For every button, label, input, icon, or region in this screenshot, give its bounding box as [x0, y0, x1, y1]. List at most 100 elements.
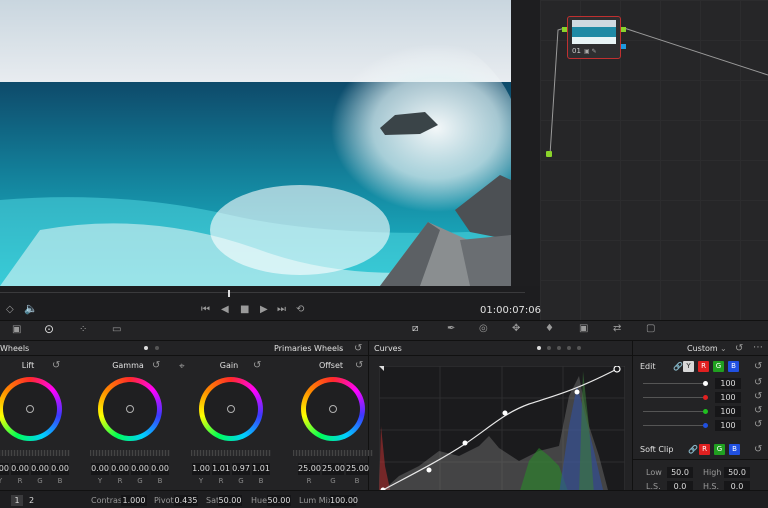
blur-icon[interactable]: ♦ — [545, 324, 554, 334]
qualifier-icon[interactable]: ✒ — [447, 324, 455, 334]
node-out-port[interactable] — [621, 27, 626, 32]
wheel-value-field[interactable]: 0.00 — [51, 463, 69, 475]
link-icon[interactable]: 🔗 — [688, 445, 698, 455]
color-wheel-offset[interactable] — [301, 377, 365, 441]
node-editor[interactable]: 01 ▣ ✎ — [540, 0, 768, 320]
contrast-field[interactable]: 1.000 — [121, 495, 147, 506]
sizing-icon[interactable]: ⇄ — [613, 324, 621, 334]
page-dot[interactable] — [155, 346, 159, 350]
reset-icon[interactable]: ↺ — [754, 378, 762, 388]
color-wheel-gain[interactable] — [199, 377, 263, 441]
wheel-handle[interactable] — [26, 405, 34, 413]
color-wheels-icon[interactable]: ⊙ — [44, 323, 54, 335]
wheel-value-field[interactable]: 1.01 — [252, 463, 270, 475]
low-field[interactable]: 50.0 — [667, 467, 693, 478]
channel-g-button[interactable]: G — [713, 361, 724, 372]
curves-tool-icon[interactable]: ⧄ — [412, 324, 418, 334]
page-dot[interactable] — [567, 346, 571, 350]
hdr-icon[interactable]: ▭ — [112, 325, 121, 335]
reset-icon[interactable]: ↺ — [754, 420, 762, 430]
wheel-value-field[interactable]: 1.00 — [192, 463, 210, 475]
curves-mode-select[interactable]: Custom — [687, 344, 718, 353]
wheel-handle[interactable] — [227, 405, 235, 413]
crosshair-icon[interactable]: ⌖ — [179, 362, 185, 372]
page-dot-active[interactable] — [537, 346, 541, 350]
viewer-image[interactable] — [0, 0, 511, 286]
page-dot-active[interactable] — [144, 346, 148, 350]
wheel-value-field[interactable]: 0.00 — [11, 463, 29, 475]
color-match-icon[interactable]: ⁘ — [79, 325, 87, 335]
edit-value-field[interactable]: 100 — [715, 406, 741, 417]
skip-back-icon[interactable]: ⏮ — [201, 305, 210, 315]
edit-value-field[interactable]: 100 — [715, 420, 741, 431]
link-icon[interactable]: 🔗 — [673, 362, 683, 372]
sat-field[interactable]: 50.00 — [218, 495, 242, 506]
wheel-value-field[interactable]: 25.00 — [346, 463, 369, 475]
wheel-value-field[interactable]: 0.00 — [131, 463, 149, 475]
window-icon[interactable]: ◎ — [479, 324, 488, 334]
wheel-value-field[interactable]: 0.00 — [91, 463, 109, 475]
reset-icon[interactable]: ↺ — [735, 344, 743, 354]
wheel-value-field[interactable]: 0.00 — [31, 463, 49, 475]
color-wheel-lift[interactable] — [0, 377, 62, 441]
reset-icon[interactable]: ↺ — [152, 361, 160, 371]
chevron-down-icon[interactable]: ⌄ — [337, 344, 344, 354]
timeline-scrubber[interactable] — [0, 292, 525, 293]
reset-icon[interactable]: ↺ — [355, 361, 363, 371]
pivot-field[interactable]: 0.435 — [174, 495, 198, 506]
wheel-value-field[interactable]: 0.00 — [0, 463, 9, 475]
curves-graph[interactable] — [379, 366, 625, 496]
edit-slider[interactable] — [643, 411, 705, 412]
wheel-value-field[interactable]: 0.00 — [111, 463, 129, 475]
channel-y-button[interactable]: Y — [683, 361, 694, 372]
reset-icon[interactable]: ↺ — [754, 362, 762, 372]
edit-slider-handle[interactable] — [703, 395, 708, 400]
edit-slider-handle[interactable] — [703, 381, 708, 386]
page-2-button[interactable]: 2 — [29, 495, 34, 506]
edit-slider-handle[interactable] — [703, 423, 708, 428]
more-options-icon[interactable]: ⋯ — [753, 343, 763, 353]
skip-forward-icon[interactable]: ⏭ — [277, 305, 286, 315]
wheel-value-field[interactable]: 1.01 — [212, 463, 230, 475]
key-icon[interactable]: ▣ — [579, 324, 588, 334]
play-icon[interactable]: ▶ — [260, 305, 268, 315]
page-dot[interactable] — [557, 346, 561, 350]
node-alpha-port[interactable] — [621, 44, 626, 49]
wheel-handle[interactable] — [329, 405, 337, 413]
reset-icon[interactable]: ↺ — [354, 344, 362, 354]
wheel-value-field[interactable]: 0.97 — [232, 463, 250, 475]
soft-clip-r-button[interactable]: R — [699, 444, 710, 455]
reset-icon[interactable]: ↺ — [754, 445, 762, 455]
wheel-value-field[interactable]: 25.00 — [322, 463, 345, 475]
edit-slider[interactable] — [643, 383, 705, 384]
loop-icon[interactable]: ⟲ — [296, 305, 304, 315]
stop-icon[interactable]: ■ — [240, 305, 249, 315]
high-field[interactable]: 50.0 — [724, 467, 750, 478]
eye-icon[interactable]: ◇ — [6, 305, 14, 315]
playhead[interactable] — [228, 290, 230, 297]
reset-icon[interactable]: ↺ — [52, 361, 60, 371]
soft-clip-b-button[interactable]: B — [729, 444, 740, 455]
node-01[interactable]: 01 ▣ ✎ — [567, 16, 621, 59]
page-dot[interactable] — [577, 346, 581, 350]
edit-value-field[interactable]: 100 — [715, 392, 741, 403]
edit-slider[interactable] — [643, 397, 705, 398]
lum-mix-field[interactable]: 100.00 — [330, 495, 358, 506]
node-in-port[interactable] — [562, 27, 567, 32]
reset-icon[interactable]: ↺ — [754, 406, 762, 416]
soft-clip-g-button[interactable]: G — [714, 444, 725, 455]
hue-field[interactable]: 50.00 — [267, 495, 291, 506]
master-wheel-slider[interactable] — [293, 450, 373, 456]
wheel-value-field[interactable]: 0.00 — [151, 463, 169, 475]
edit-slider[interactable] — [643, 425, 705, 426]
edit-slider-handle[interactable] — [703, 409, 708, 414]
camera-raw-icon[interactable]: ▣ — [12, 325, 21, 335]
edit-value-field[interactable]: 100 — [715, 378, 741, 389]
wheel-handle[interactable] — [126, 405, 134, 413]
volume-icon[interactable]: 🔈 — [24, 303, 38, 314]
reverse-play-icon[interactable]: ◀ — [221, 305, 229, 315]
reset-icon[interactable]: ↺ — [253, 361, 261, 371]
channel-b-button[interactable]: B — [728, 361, 739, 372]
wheels-mode-select[interactable]: Primaries Wheels — [274, 344, 343, 353]
node-input-dot[interactable] — [546, 151, 552, 157]
